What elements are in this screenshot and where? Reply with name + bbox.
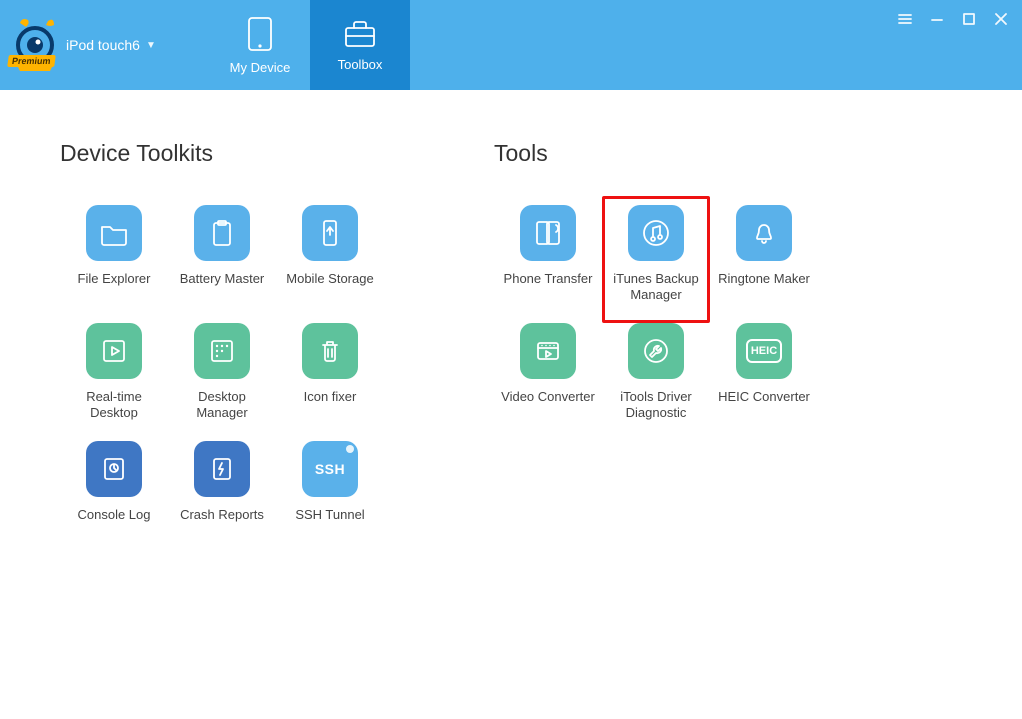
- phone-transfer-icon: [520, 205, 576, 261]
- tile-realtime-desktop[interactable]: Real-time Desktop: [60, 323, 168, 441]
- menu-button[interactable]: [896, 10, 914, 28]
- tile-label: Real-time Desktop: [64, 389, 164, 422]
- video-icon: [520, 323, 576, 379]
- tile-heic-converter[interactable]: HEIC HEIC Converter: [710, 323, 818, 441]
- tile-file-explorer[interactable]: File Explorer: [60, 205, 168, 323]
- play-icon: [86, 323, 142, 379]
- tile-icon-fixer[interactable]: Icon fixer: [276, 323, 384, 441]
- section-title-tools: Tools: [494, 140, 818, 167]
- brand-area: Premium iPod touch6 ▼: [0, 0, 210, 90]
- tile-label: iTunes Backup Manager: [606, 271, 706, 304]
- device-selector-label: iPod touch6: [66, 37, 140, 53]
- tile-label: Video Converter: [501, 389, 595, 405]
- maximize-button[interactable]: [960, 10, 978, 28]
- tile-label: iTools Driver Diagnostic: [606, 389, 706, 422]
- close-button[interactable]: [992, 10, 1010, 28]
- main-tabs: My Device Toolbox: [210, 0, 410, 90]
- tile-label: Phone Transfer: [504, 271, 593, 287]
- tile-label: SSH Tunnel: [295, 507, 364, 523]
- tile-itunes-backup-manager[interactable]: iTunes Backup Manager: [602, 196, 710, 323]
- clipboard-icon: [194, 205, 250, 261]
- tile-label: HEIC Converter: [718, 389, 810, 405]
- tile-label: Icon fixer: [304, 389, 357, 405]
- hamburger-icon: [898, 12, 912, 26]
- device-selector[interactable]: iPod touch6 ▼: [66, 37, 156, 53]
- music-backup-icon: [628, 205, 684, 261]
- close-icon: [994, 12, 1008, 26]
- tile-label: Mobile Storage: [286, 271, 373, 287]
- heic-icon: HEIC: [736, 323, 792, 379]
- tile-phone-transfer[interactable]: Phone Transfer: [494, 205, 602, 323]
- tile-label: Battery Master: [180, 271, 265, 287]
- minimize-icon: [930, 12, 944, 26]
- usb-device-icon: [302, 205, 358, 261]
- premium-badge: Premium: [7, 55, 55, 67]
- chevron-down-icon: ▼: [146, 40, 156, 51]
- tile-ringtone-maker[interactable]: Ringtone Maker: [710, 205, 818, 323]
- tab-toolbox[interactable]: Toolbox: [310, 0, 410, 90]
- grid-icon: [194, 323, 250, 379]
- tile-label: Desktop Manager: [172, 389, 272, 422]
- minimize-button[interactable]: [928, 10, 946, 28]
- tile-label: Crash Reports: [180, 507, 264, 523]
- ssh-icon: SSH: [302, 441, 358, 497]
- tile-mobile-storage[interactable]: Mobile Storage: [276, 205, 384, 323]
- tile-desktop-manager[interactable]: Desktop Manager: [168, 323, 276, 441]
- crash-icon: [194, 441, 250, 497]
- folder-icon: [86, 205, 142, 261]
- app-header: Premium iPod touch6 ▼ My Device Toolbox: [0, 0, 1022, 90]
- bell-icon: [736, 205, 792, 261]
- tab-toolbox-label: Toolbox: [338, 57, 383, 72]
- content-area: Device Toolkits File Explorer Battery Ma…: [0, 90, 1022, 609]
- tile-console-log[interactable]: Console Log: [60, 441, 168, 559]
- log-icon: [86, 441, 142, 497]
- tile-crash-reports[interactable]: Crash Reports: [168, 441, 276, 559]
- tile-label: Ringtone Maker: [718, 271, 810, 287]
- toolkits-grid: File Explorer Battery Master Mobile Stor…: [60, 205, 384, 559]
- tile-label: File Explorer: [78, 271, 151, 287]
- tools-grid: Phone Transfer iTunes Backup Manager Rin…: [494, 205, 818, 441]
- device-toolkits-section: Device Toolkits File Explorer Battery Ma…: [60, 140, 384, 559]
- tab-my-device[interactable]: My Device: [210, 0, 310, 90]
- tablet-icon: [245, 16, 275, 52]
- toolbox-icon: [343, 19, 377, 49]
- wrench-icon: [628, 323, 684, 379]
- section-title-toolkits: Device Toolkits: [60, 140, 384, 167]
- window-controls: [884, 0, 1022, 90]
- maximize-icon: [963, 13, 975, 25]
- tools-section: Tools Phone Transfer iTunes Backup Manag…: [494, 140, 818, 559]
- trash-icon: [302, 323, 358, 379]
- app-logo: Premium: [10, 15, 60, 75]
- tile-battery-master[interactable]: Battery Master: [168, 205, 276, 323]
- tile-label: Console Log: [78, 507, 151, 523]
- tile-video-converter[interactable]: Video Converter: [494, 323, 602, 441]
- tab-my-device-label: My Device: [230, 60, 291, 75]
- tile-ssh-tunnel[interactable]: SSH SSH Tunnel: [276, 441, 384, 559]
- tile-itools-driver-diagnostic[interactable]: iTools Driver Diagnostic: [602, 323, 710, 441]
